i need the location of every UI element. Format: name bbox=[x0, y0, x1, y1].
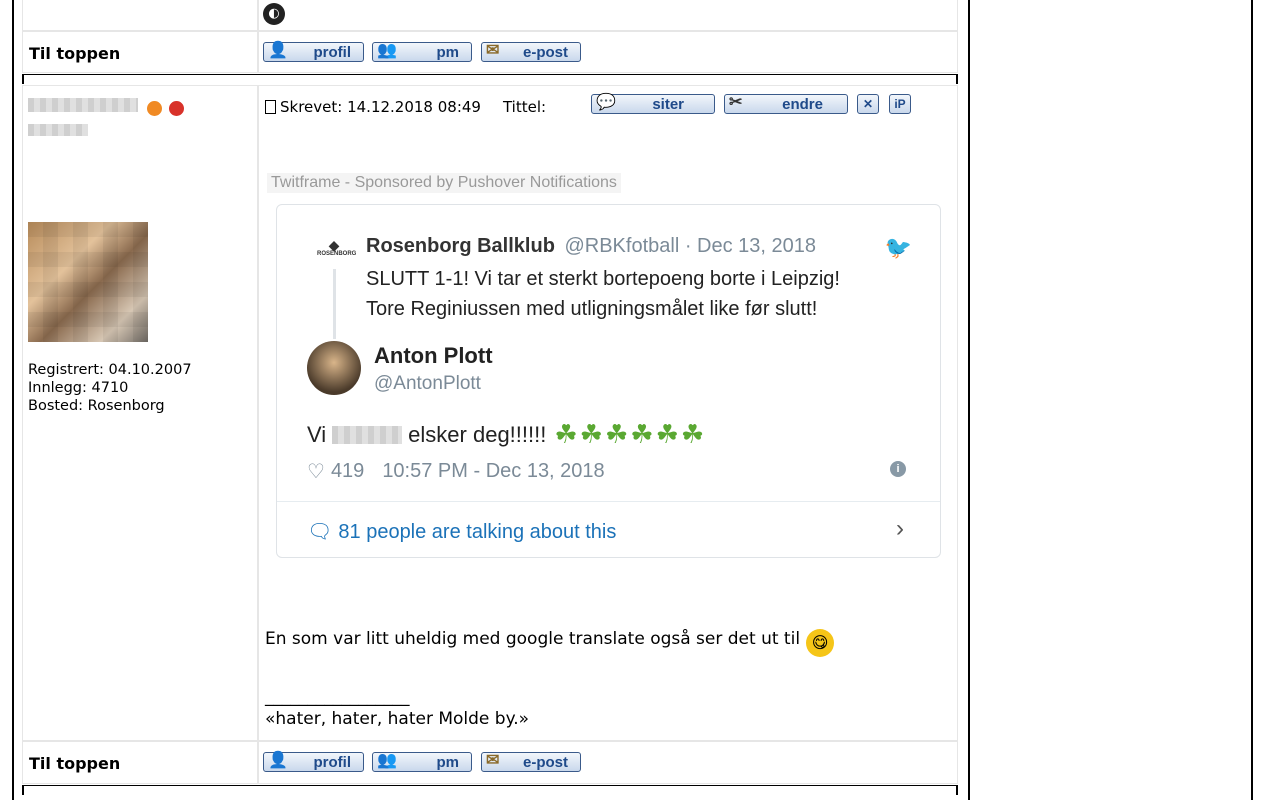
post-user-cell: Registrert: 04.10.2007 Innlegg: 4710 Bos… bbox=[22, 85, 258, 741]
edit-button-label: endre bbox=[782, 95, 823, 113]
author-avatar[interactable] bbox=[307, 341, 361, 395]
thread-line bbox=[333, 269, 336, 339]
speech-bubble-icon: 💬 bbox=[596, 94, 616, 111]
rbk-logo-text: ROSENBORG bbox=[317, 251, 357, 257]
pm-button[interactable]: 👥 pm bbox=[372, 42, 472, 62]
username-blurred[interactable] bbox=[28, 98, 138, 112]
forum-post-table: ◐ Til toppen 👤 profil 👥 pm ✉ e-post Registr… bbox=[22, 0, 958, 800]
envelope-icon: ✉ bbox=[486, 42, 500, 59]
clover-emojis: ☘☘☘☘☘☘ bbox=[554, 419, 707, 449]
profile-button-label: profil bbox=[313, 43, 352, 61]
comment-bubble-icon: 🗨 bbox=[307, 521, 333, 543]
ip-button[interactable]: iP bbox=[889, 94, 911, 114]
profile-button-label: profil bbox=[313, 753, 352, 771]
signature-line: _________________ bbox=[265, 687, 410, 707]
contact-buttons-cell-2: 👤 profil 👥 pm ✉ e-post bbox=[258, 741, 958, 784]
delete-icon: ✕ bbox=[862, 97, 874, 111]
pm-button-2[interactable]: 👥 pm bbox=[372, 752, 472, 772]
user-location: Bosted: Rosenborg bbox=[28, 398, 165, 414]
tweet-timestamp[interactable]: 10:57 PM - Dec 13, 2018 bbox=[382, 460, 604, 483]
user-post-count: Innlegg: 4710 bbox=[28, 380, 129, 396]
post-signature: _________________ «hater, hater, hater M… bbox=[265, 686, 529, 730]
to-top-cell-2: Til toppen bbox=[22, 741, 258, 784]
like-count[interactable]: 419 bbox=[331, 460, 364, 483]
author-handle[interactable]: @AntonPlott bbox=[374, 373, 481, 395]
prev-post-body-cell: ◐ bbox=[258, 0, 958, 31]
contact-buttons-cell: 👤 profil 👥 pm ✉ e-post bbox=[258, 31, 958, 73]
rank-orange-icon bbox=[147, 101, 162, 116]
to-top-cell: Til toppen bbox=[22, 31, 258, 73]
info-icon[interactable]: i bbox=[890, 461, 906, 477]
tweet-text-before: Vi bbox=[307, 421, 327, 447]
prev-post-user-cell bbox=[22, 0, 258, 31]
rosenborg-logo: ◆ ROSENBORG bbox=[317, 237, 357, 267]
post-title-label: Tittel: bbox=[502, 98, 547, 116]
tweet-meta: ♡ 419 10:57 PM - Dec 13, 2018 bbox=[307, 459, 605, 484]
quote-button[interactable]: 💬 siter bbox=[591, 94, 715, 114]
profile-icon: 👤 bbox=[268, 752, 288, 769]
quoted-line-1: SLUTT 1-1! Vi tar et sterkt bortepoeng b… bbox=[366, 268, 840, 290]
chevron-right-icon[interactable]: › bbox=[896, 515, 904, 543]
profile-icon: 👤 bbox=[268, 42, 288, 59]
user-info: Registrert: 04.10.2007 Innlegg: 4710 Bos… bbox=[28, 361, 192, 415]
scissors-icon: ✂ bbox=[729, 94, 743, 111]
embedded-tweet[interactable]: ◆ ROSENBORG Rosenborg Ballklub @RBKfotba… bbox=[276, 204, 941, 558]
tweet-main-text: Vi elsker deg!!!!!! ☘☘☘☘☘☘ bbox=[307, 419, 706, 450]
prev-post-emoji-icon: ◐ bbox=[263, 3, 285, 25]
quoted-line-2: Tore Reginiussen med utligningsmålet lik… bbox=[366, 298, 818, 320]
post-document-icon bbox=[265, 100, 276, 114]
user-avatar bbox=[28, 222, 148, 342]
signature-text: «hater, hater, hater Molde by.» bbox=[265, 709, 530, 729]
email-button-2[interactable]: ✉ e-post bbox=[481, 752, 581, 772]
tweet-conversation-link[interactable]: 🗨 81 people are talking about this bbox=[307, 519, 616, 544]
quoted-tweet-text: SLUTT 1-1! Vi tar et sterkt bortepoeng b… bbox=[366, 264, 840, 324]
page-frame-left bbox=[12, 0, 14, 800]
profile-button[interactable]: 👤 profil bbox=[263, 42, 364, 62]
post-separator bbox=[22, 74, 958, 85]
rank-red-icon bbox=[169, 101, 184, 116]
pm-icon: 👥 bbox=[377, 42, 397, 59]
author-name[interactable]: Anton Plott bbox=[374, 343, 493, 369]
tweet-divider bbox=[277, 501, 940, 502]
tweet-blurred-word bbox=[332, 425, 403, 444]
user-rank-blurred bbox=[28, 124, 88, 136]
pm-button-label: pm bbox=[436, 753, 460, 771]
post-body-sentence: En som var litt uheldig med google trans… bbox=[265, 629, 801, 649]
tweet-text-after: elsker deg!!!!!! bbox=[408, 421, 547, 447]
to-top-link[interactable]: Til toppen bbox=[29, 44, 120, 63]
to-top-link-2[interactable]: Til toppen bbox=[29, 754, 120, 773]
email-button-label: e-post bbox=[523, 753, 568, 771]
email-button-label: e-post bbox=[523, 43, 568, 61]
post-header: Skrevet: 14.12.2018 08:49 Tittel: bbox=[265, 98, 546, 116]
heart-icon[interactable]: ♡ bbox=[307, 459, 325, 484]
tongue-emoji-icon: 😋 bbox=[806, 629, 835, 657]
email-button[interactable]: ✉ e-post bbox=[481, 42, 581, 62]
quoted-account-name[interactable]: Rosenborg Ballklub bbox=[366, 235, 555, 257]
profile-button-2[interactable]: 👤 profil bbox=[263, 752, 364, 772]
pm-button-label: pm bbox=[436, 43, 460, 61]
page-frame-right bbox=[968, 0, 970, 800]
ip-label: iP bbox=[894, 97, 906, 111]
post-body-cell: Skrevet: 14.12.2018 08:49 Tittel: 💬 siter… bbox=[258, 85, 958, 741]
delete-button[interactable]: ✕ bbox=[857, 94, 879, 114]
quote-button-label: siter bbox=[652, 95, 684, 113]
post-body-text: En som var litt uheldig med google trans… bbox=[265, 629, 835, 657]
talking-label: 81 people are talking about this bbox=[338, 521, 617, 543]
page-frame-far-right bbox=[1251, 0, 1253, 800]
pm-icon: 👥 bbox=[377, 752, 397, 769]
post-separator-2 bbox=[22, 785, 958, 796]
rbk-crest-icon: ◆ bbox=[328, 237, 340, 253]
quoted-tweet-header: Rosenborg Ballklub @RBKfotball · Dec 13,… bbox=[366, 235, 816, 258]
edit-button[interactable]: ✂ endre bbox=[724, 94, 848, 114]
envelope-icon: ✉ bbox=[486, 752, 500, 769]
quoted-handle-date[interactable]: @RBKfotball · Dec 13, 2018 bbox=[564, 235, 816, 257]
user-registered: Registrert: 04.10.2007 bbox=[28, 362, 192, 378]
twitter-bird-icon[interactable]: 🐦 bbox=[885, 235, 912, 261]
twitframe-caption[interactable]: Twitframe - Sponsored by Pushover Notifi… bbox=[267, 173, 621, 193]
post-written-date: Skrevet: 14.12.2018 08:49 bbox=[280, 98, 481, 116]
